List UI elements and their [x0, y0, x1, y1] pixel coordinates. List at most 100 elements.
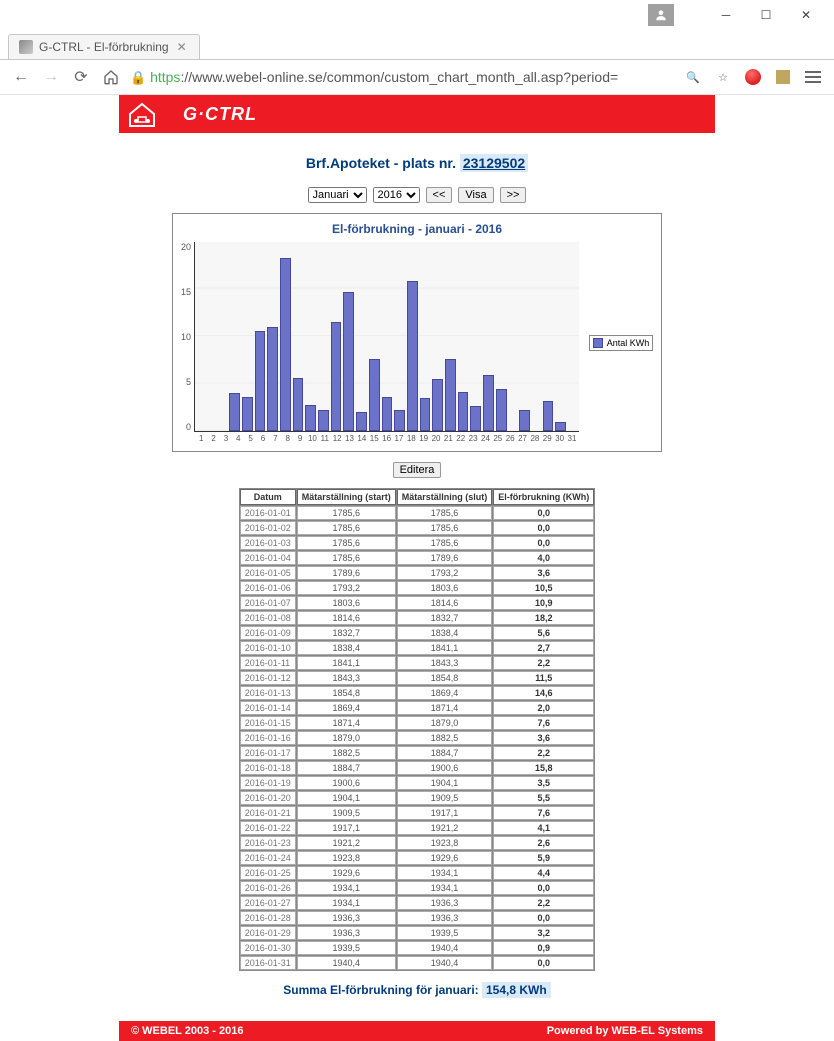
table-row: 2016-01-031785,61785,60,0: [240, 536, 595, 550]
cell-date: 2016-01-10: [240, 641, 296, 655]
next-button[interactable]: >>: [500, 187, 527, 203]
window-titlebar: ─ ☐ ✕: [0, 0, 834, 30]
cell-end: 1854,8: [397, 671, 493, 685]
table-row: 2016-01-041785,61789,64,0: [240, 551, 595, 565]
cell-value: 11,5: [493, 671, 594, 685]
year-select[interactable]: 2016: [373, 187, 420, 203]
zoom-icon[interactable]: 🔍: [682, 66, 704, 88]
cell-end: 1832,7: [397, 611, 493, 625]
chart-bar: [343, 292, 354, 431]
forward-button[interactable]: →: [40, 66, 62, 88]
chart-bar: [470, 406, 481, 431]
cell-value: 5,9: [493, 851, 594, 865]
cell-start: 1940,4: [297, 956, 396, 970]
cell-date: 2016-01-11: [240, 656, 296, 670]
cell-value: 2,2: [493, 656, 594, 670]
close-window-button[interactable]: ✕: [786, 2, 826, 28]
user-icon[interactable]: [648, 4, 674, 26]
cell-end: 1884,7: [397, 746, 493, 760]
cell-date: 2016-01-01: [240, 506, 296, 520]
chart-bar: [305, 405, 316, 431]
cell-end: 1785,6: [397, 536, 493, 550]
chart-bar: [394, 410, 405, 431]
url-rest: ://www.webel-online.se/common/custom_cha…: [180, 69, 618, 85]
logo-icon: [119, 95, 165, 133]
month-select[interactable]: Januari: [308, 187, 367, 203]
cell-value: 0,0: [493, 521, 594, 535]
title-prefix: Brf.Apoteket - plats nr.: [306, 155, 456, 171]
cell-start: 1838,4: [297, 641, 396, 655]
summary-label: Summa El-förbrukning för januari:: [283, 983, 478, 997]
table-header: Mätarställning (start): [297, 489, 396, 505]
opera-icon[interactable]: [742, 66, 764, 88]
extension-icon[interactable]: [772, 66, 794, 88]
footer-left: © WEBEL 2003 - 2016: [131, 1025, 243, 1037]
summary-value: 154,8 KWh: [482, 982, 551, 998]
cell-start: 1884,7: [297, 761, 396, 775]
table-row: 2016-01-231921,21923,82,6: [240, 836, 595, 850]
browser-tab[interactable]: G-CTRL - El-förbrukning ✕: [8, 34, 200, 59]
cell-end: 1936,3: [397, 911, 493, 925]
chart-bar: [331, 322, 342, 431]
cell-start: 1843,3: [297, 671, 396, 685]
cell-date: 2016-01-05: [240, 566, 296, 580]
cell-value: 3,5: [493, 776, 594, 790]
star-icon[interactable]: ☆: [712, 66, 734, 88]
cell-start: 1832,7: [297, 626, 396, 640]
url-field[interactable]: 🔒 https://www.webel-online.se/common/cus…: [130, 69, 674, 86]
legend-label: Antal KWh: [607, 338, 650, 348]
table-row: 2016-01-211909,51917,17,6: [240, 806, 595, 820]
chart-container: El-förbrukning - januari - 2016 20151050…: [172, 213, 662, 452]
table-row: 2016-01-011785,61785,60,0: [240, 506, 595, 520]
site-banner: G·CTRL: [119, 95, 715, 133]
cell-value: 2,6: [493, 836, 594, 850]
cell-end: 1869,4: [397, 686, 493, 700]
cell-value: 2,7: [493, 641, 594, 655]
edit-button[interactable]: Editera: [393, 462, 442, 478]
maximize-button[interactable]: ☐: [746, 2, 786, 28]
cell-date: 2016-01-03: [240, 536, 296, 550]
cell-date: 2016-01-28: [240, 911, 296, 925]
cell-start: 1934,1: [297, 881, 396, 895]
cell-end: 1921,2: [397, 821, 493, 835]
cell-end: 1940,4: [397, 941, 493, 955]
table-row: 2016-01-091832,71838,45,6: [240, 626, 595, 640]
close-tab-button[interactable]: ✕: [175, 40, 189, 54]
cell-date: 2016-01-26: [240, 881, 296, 895]
cell-start: 1789,6: [297, 566, 396, 580]
prev-button[interactable]: <<: [426, 187, 453, 203]
cell-date: 2016-01-19: [240, 776, 296, 790]
cell-end: 1934,1: [397, 881, 493, 895]
cell-date: 2016-01-20: [240, 791, 296, 805]
home-button[interactable]: [100, 66, 122, 88]
cell-start: 1803,6: [297, 596, 396, 610]
cell-date: 2016-01-29: [240, 926, 296, 940]
cell-date: 2016-01-31: [240, 956, 296, 970]
chart-bar: [280, 258, 291, 431]
table-row: 2016-01-081814,61832,718,2: [240, 611, 595, 625]
show-button[interactable]: Visa: [458, 187, 493, 203]
cell-end: 1929,6: [397, 851, 493, 865]
chart-bar: [555, 422, 566, 431]
cell-start: 1900,6: [297, 776, 396, 790]
table-row: 2016-01-171882,51884,72,2: [240, 746, 595, 760]
menu-button[interactable]: [802, 66, 824, 88]
back-button[interactable]: ←: [10, 66, 32, 88]
cell-value: 2,2: [493, 746, 594, 760]
table-row: 2016-01-261934,11934,10,0: [240, 881, 595, 895]
chart-yaxis: 20151050: [181, 242, 194, 432]
cell-end: 1871,4: [397, 701, 493, 715]
minimize-button[interactable]: ─: [706, 2, 746, 28]
cell-end: 1803,6: [397, 581, 493, 595]
cell-value: 4,0: [493, 551, 594, 565]
chart-bar: [432, 379, 443, 431]
cell-value: 0,0: [493, 911, 594, 925]
reload-button[interactable]: ⟳: [70, 66, 92, 88]
cell-date: 2016-01-23: [240, 836, 296, 850]
table-row: 2016-01-201904,11909,55,5: [240, 791, 595, 805]
cell-start: 1929,6: [297, 866, 396, 880]
cell-end: 1785,6: [397, 521, 493, 535]
cell-value: 15,8: [493, 761, 594, 775]
table-row: 2016-01-101838,41841,12,7: [240, 641, 595, 655]
cell-end: 1789,6: [397, 551, 493, 565]
